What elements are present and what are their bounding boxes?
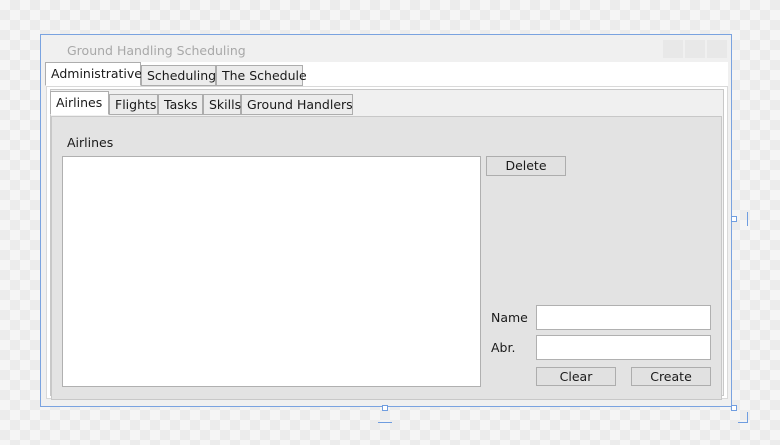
name-field[interactable] <box>536 305 711 330</box>
tab-the-schedule[interactable]: The Schedule <box>216 65 307 86</box>
abbr-field[interactable] <box>536 335 711 360</box>
tab-label: Skills <box>209 97 242 112</box>
tab-label: Tasks <box>164 97 198 112</box>
resize-guide-corner <box>738 412 748 423</box>
name-label: Name <box>491 310 528 325</box>
maximize-button[interactable] <box>685 40 705 58</box>
app-window: Ground Handling Scheduling Administrativ… <box>40 34 732 407</box>
tab-skills[interactable]: Skills <box>203 94 241 115</box>
tab-label: Airlines <box>56 95 103 110</box>
resize-handle-corner[interactable] <box>731 405 737 411</box>
minimize-button[interactable] <box>663 40 683 58</box>
tab-ground-handlers[interactable]: Ground Handlers <box>241 94 353 115</box>
resize-handle-right[interactable] <box>731 216 737 222</box>
window-title: Ground Handling Scheduling <box>67 43 246 58</box>
tab-label: The Schedule <box>222 68 307 83</box>
title-bar[interactable]: Ground Handling Scheduling <box>41 35 731 63</box>
clear-button[interactable]: Clear <box>536 367 616 386</box>
abbr-label: Abr. <box>491 340 516 355</box>
tab-scheduling[interactable]: Scheduling <box>141 65 216 86</box>
airlines-panel: Airlines Delete Name Abr. Clear Create <box>51 116 722 400</box>
airlines-listbox[interactable] <box>62 156 481 387</box>
delete-button[interactable]: Delete <box>486 156 566 176</box>
tab-administrative[interactable]: Administrative <box>45 62 142 86</box>
tab-label: Scheduling <box>147 68 217 83</box>
airlines-heading: Airlines <box>67 135 114 150</box>
close-button[interactable] <box>707 40 727 58</box>
tab-airlines[interactable]: Airlines <box>50 91 109 115</box>
resize-handle-bottom[interactable] <box>382 405 388 411</box>
resize-guide-right <box>747 212 748 226</box>
tab-label: Flights <box>115 97 157 112</box>
resize-guide-bottom <box>378 422 392 423</box>
tab-label: Administrative <box>51 66 142 81</box>
tab-tasks[interactable]: Tasks <box>158 94 203 115</box>
tab-label: Ground Handlers <box>247 97 353 112</box>
create-button[interactable]: Create <box>631 367 711 386</box>
main-tab-strip: Administrative Scheduling The Schedule <box>45 62 728 86</box>
tab-flights[interactable]: Flights <box>109 94 158 115</box>
